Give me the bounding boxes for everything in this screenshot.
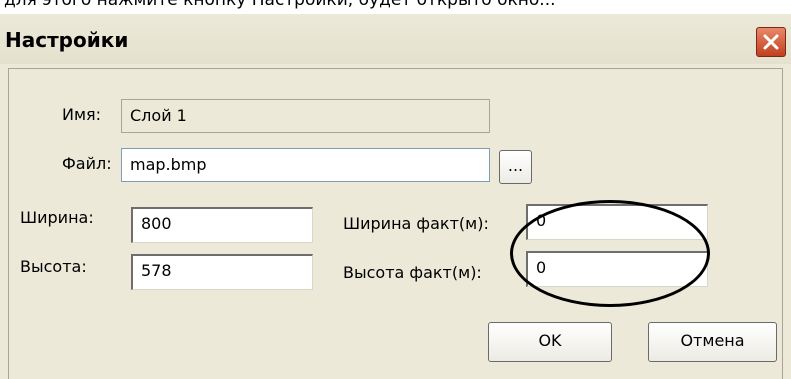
real-height-field[interactable]: 0 — [526, 251, 708, 287]
ok-button[interactable]: OK — [488, 322, 612, 362]
height-label: Высота: — [20, 257, 87, 276]
background-text-strip: для этого нажмите кнопку Настройки, буде… — [0, 0, 791, 14]
browse-button[interactable]: ... — [499, 150, 532, 184]
file-label: Файл: — [62, 154, 112, 173]
close-button[interactable] — [756, 27, 786, 57]
real-height-label: Высота факт(м): — [343, 263, 482, 282]
dialog-title: Настройки — [5, 28, 129, 52]
close-icon — [763, 34, 779, 50]
width-field[interactable]: 800 — [131, 207, 313, 243]
name-field[interactable]: Слой 1 — [121, 99, 490, 133]
cancel-button[interactable]: Отмена — [648, 322, 777, 362]
real-width-field[interactable]: 0 — [526, 204, 708, 240]
height-field[interactable]: 578 — [131, 254, 313, 290]
background-text: для этого нажмите кнопку Настройки, буде… — [4, 0, 556, 10]
width-label: Ширина: — [20, 208, 94, 227]
name-label: Имя: — [62, 105, 102, 124]
settings-dialog: Настройки Имя: Слой 1 Файл: map.bmp ... … — [0, 14, 791, 379]
file-field[interactable]: map.bmp — [121, 148, 490, 182]
real-width-label: Ширина факт(м): — [343, 214, 489, 233]
title-bar: Настройки — [0, 14, 791, 64]
